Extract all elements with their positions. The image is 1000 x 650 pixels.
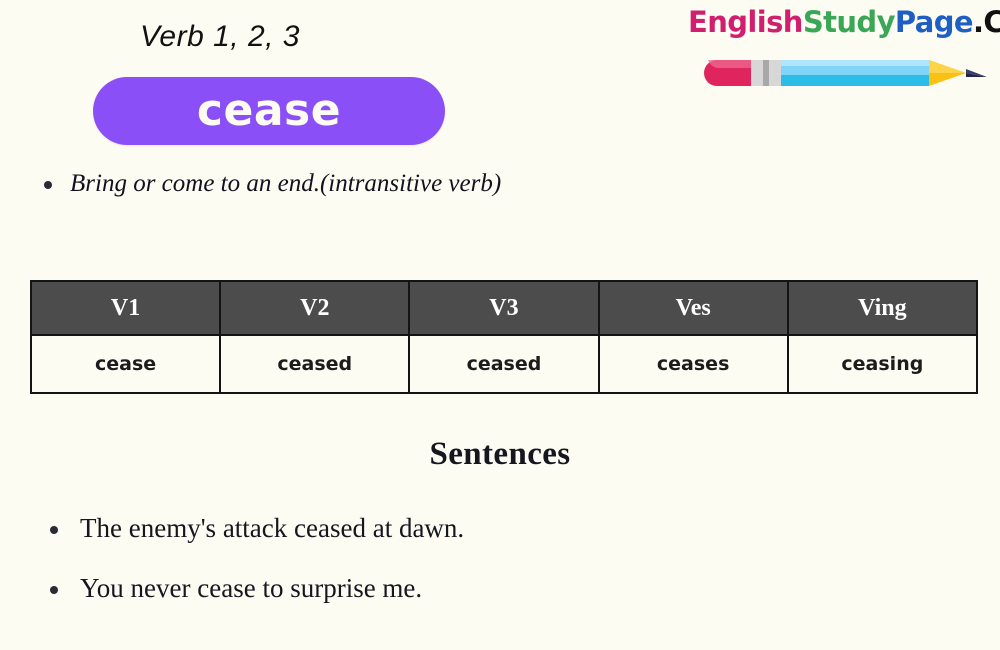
verb-word-pill: cease — [93, 77, 445, 145]
logo-segment-study: Study — [802, 5, 896, 39]
logo-segment-page: Page — [894, 5, 974, 39]
page-title: Verb 1, 2, 3 — [140, 20, 300, 53]
logo-segment-english: English — [688, 5, 803, 39]
table-cell-ves: ceases — [597, 334, 789, 394]
sentences-heading: Sentences — [429, 436, 571, 472]
table-header-ves: Ves — [597, 280, 789, 336]
table-row: cease ceased ceased ceases ceasing — [29, 334, 979, 394]
site-logo-text: EnglishStudyPage.Com — [688, 5, 1000, 39]
table-cell-v1: cease — [29, 334, 222, 394]
logo-segment-com: .Com — [972, 5, 1000, 39]
pencil-icon — [704, 60, 987, 86]
worksheet-page: Verb 1, 2, 3 cease EnglishStudyPage.Com — [0, 0, 1000, 650]
table-header-row: V1 V2 V3 Ves Ving — [29, 280, 979, 336]
table-cell-v2: ceased — [219, 334, 411, 394]
list-item: You never cease to surprise me. — [36, 572, 936, 606]
table-header-v2: V2 — [219, 280, 411, 336]
table-header-ving: Ving — [786, 280, 979, 336]
site-logo: EnglishStudyPage.Com — [688, 5, 1000, 100]
definition-item: Bring or come to an end.(intransitive ve… — [36, 168, 501, 199]
verb-forms-table: V1 V2 V3 Ves Ving cease ceased ceased ce… — [29, 280, 979, 394]
table-cell-ving: ceasing — [786, 334, 979, 394]
verb-word-label: cease — [196, 85, 342, 136]
definition-list: Bring or come to an end.(intransitive ve… — [36, 168, 501, 199]
list-item: The enemy's attack ceased at dawn. — [36, 512, 936, 546]
sentences-list: The enemy's attack ceased at dawn. You n… — [36, 512, 936, 632]
table-header-v3: V3 — [408, 280, 600, 336]
table-header-v1: V1 — [29, 280, 222, 336]
table-cell-v3: ceased — [408, 334, 600, 394]
